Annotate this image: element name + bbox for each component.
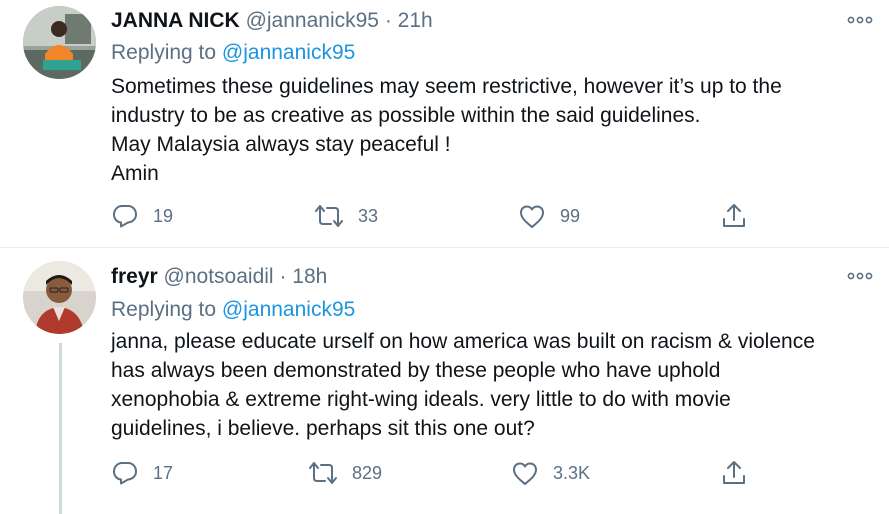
retweet-icon [315,205,343,227]
retweet-button[interactable]: 33 [314,201,378,231]
avatar-photo-icon [23,261,96,334]
like-button[interactable]: 99 [518,201,580,231]
more-options-button[interactable] [847,269,873,283]
timestamp[interactable]: 18h [292,265,327,288]
tweet-text-line: xenophobia & extreme right-wing ideals. … [111,388,731,411]
avatar[interactable] [23,6,96,79]
separator-dot: · [279,265,287,288]
more-options-icon [847,16,873,24]
like-count: 3.3K [553,462,591,483]
tweet-text-line: Amin [111,162,159,185]
tweet-header: JANNA NICK @jannanick95 · 21h [111,8,433,34]
tweet-header: freyr @notsoaidil · 18h [111,264,327,290]
replying-to-label: Replying to [111,298,217,321]
retweet-button[interactable]: 829 [308,458,382,488]
like-count: 99 [560,205,581,226]
reply-icon [113,205,137,228]
tweet-text-line: has always been demonstrated by these pe… [111,359,721,382]
avatar[interactable] [23,261,96,334]
replying-to: Replying to @jannanick95 [111,297,355,323]
retweet-count: 829 [352,462,383,483]
display-name[interactable]: JANNA NICK [111,9,240,32]
tweet-actions: 19 33 99 [111,201,871,231]
tweet[interactable]: JANNA NICK @jannanick95 · 21h Replying t… [0,0,889,248]
reply-button[interactable]: 19 [111,201,173,231]
heart-icon [513,462,537,485]
replying-to-link[interactable]: @jannanick95 [222,41,355,64]
reply-button[interactable]: 17 [111,458,173,488]
tweet-text-line: Sometimes these guidelines may seem rest… [111,75,782,98]
replying-to-link[interactable]: @jannanick95 [222,298,355,321]
tweet-text-line: guidelines, i believe. perhaps sit this … [111,417,535,440]
more-options-button[interactable] [847,13,873,27]
tweet-text-line: janna, please educate urself on how amer… [111,330,815,353]
thread-line [59,343,62,514]
tweet-text-line: industry to be as creative as possible w… [111,104,701,127]
user-handle[interactable]: @notsoaidil [164,265,274,288]
tweet[interactable]: freyr @notsoaidil · 18h Replying to @jan… [0,248,889,514]
display-name[interactable]: freyr [111,265,158,288]
like-button[interactable]: 3.3K [511,458,590,488]
retweet-icon [309,462,337,484]
separator-dot: · [384,9,392,32]
reply-count: 19 [153,205,174,226]
avatar-photo-icon [23,6,96,79]
reply-count: 17 [153,462,174,483]
reply-icon [113,462,137,485]
more-options-icon [847,272,873,280]
share-icon [723,461,745,484]
heart-icon [520,205,544,228]
share-button[interactable] [720,458,748,488]
timestamp[interactable]: 21h [398,9,433,32]
share-button[interactable] [720,201,748,231]
share-icon [723,204,745,227]
tweet-text: Sometimes these guidelines may seem rest… [111,72,871,188]
tweet-actions: 17 829 3.3K [111,458,871,488]
tweet-text-line: May Malaysia always stay peaceful ! [111,133,451,156]
replying-to-label: Replying to [111,41,217,64]
replying-to: Replying to @jannanick95 [111,40,355,66]
retweet-count: 33 [358,205,379,226]
user-handle[interactable]: @jannanick95 [246,9,379,32]
tweet-text: janna, please educate urself on how amer… [111,327,871,443]
